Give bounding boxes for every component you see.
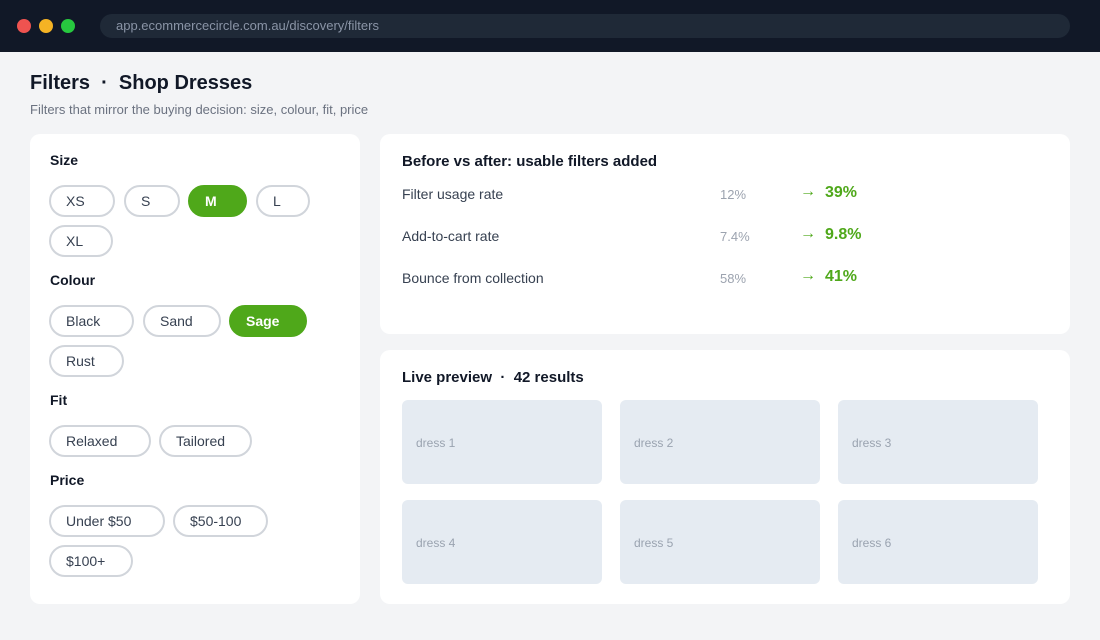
fit-chip-relaxed[interactable]: Relaxed <box>49 425 151 457</box>
maximize-window-icon[interactable] <box>61 19 75 33</box>
product-tile[interactable]: dress 5 <box>620 500 820 584</box>
product-placeholder-label: dress 1 <box>416 436 456 450</box>
metric-before-value: 12% <box>720 187 747 202</box>
product-tile[interactable]: dress 1 <box>402 400 602 484</box>
metric-label: Bounce from collection <box>402 270 544 286</box>
fit-chip-tailored[interactable]: Tailored <box>159 425 252 457</box>
page-title: Filters · Shop Dresses <box>30 72 253 94</box>
colour-chip-black[interactable]: Black <box>49 305 134 337</box>
metric-label: Add-to-cart rate <box>402 228 500 244</box>
product-tile[interactable]: dress 2 <box>620 400 820 484</box>
fit-label: Fit <box>50 392 68 408</box>
colour-label: Colour <box>50 272 96 288</box>
product-placeholder-label: dress 3 <box>852 436 892 450</box>
size-chip-xl[interactable]: XL <box>49 225 113 257</box>
product-placeholder-label: dress 5 <box>634 536 674 550</box>
metric-after-value: 9.8% <box>825 226 862 243</box>
metric-after-value: 41% <box>825 268 858 285</box>
minimize-window-icon[interactable] <box>39 19 53 33</box>
preview-title: Live preview · 42 results <box>402 369 584 386</box>
size-label: Size <box>50 152 79 168</box>
colour-chip-rust[interactable]: Rust <box>49 345 124 377</box>
comparison-panel: Before vs after: usable filters added Fi… <box>380 134 1070 334</box>
address-bar[interactable]: app.ecommercecircle.com.au/discovery/fil… <box>100 14 1070 38</box>
close-window-icon[interactable] <box>17 19 31 33</box>
page-subtitle: Filters that mirror the buying decision:… <box>30 102 369 117</box>
price-chip-under-50[interactable]: Under $50 <box>49 505 165 537</box>
size-chip-s[interactable]: S <box>124 185 180 217</box>
product-placeholder-label: dress 6 <box>852 536 892 550</box>
product-tile[interactable]: dress 6 <box>838 500 1038 584</box>
metric-row: Bounce from collection 58% → 41% <box>380 267 1070 291</box>
metric-row: Add-to-cart rate 7.4% → 9.8% <box>380 225 1070 249</box>
size-chip-l[interactable]: L <box>256 185 310 217</box>
colour-chip-sand[interactable]: Sand <box>143 305 221 337</box>
size-chip-m[interactable]: M <box>188 185 247 217</box>
arrow-right-icon: → <box>800 267 816 284</box>
metric-row: Filter usage rate 12% → 39% <box>380 183 1070 207</box>
metric-before-value: 58% <box>720 271 747 286</box>
product-tile[interactable]: dress 4 <box>402 500 602 584</box>
price-label: Price <box>50 472 85 488</box>
arrow-right-icon: → <box>800 183 816 200</box>
price-chip-100-plus[interactable]: $100+ <box>49 545 133 577</box>
product-placeholder-label: dress 2 <box>634 436 674 450</box>
metric-label: Filter usage rate <box>402 186 504 202</box>
colour-chip-sage[interactable]: Sage <box>229 305 307 337</box>
product-placeholder-label: dress 4 <box>416 536 456 550</box>
live-preview-panel: Live preview · 42 results dress 1 dress … <box>380 350 1070 604</box>
browser-chrome: app.ecommercecircle.com.au/discovery/fil… <box>0 0 1100 52</box>
filters-panel: Size XS S M L XL Colour Black Sand Sage … <box>30 134 360 604</box>
comparison-title: Before vs after: usable filters added <box>402 153 658 170</box>
arrow-right-icon: → <box>800 225 816 242</box>
metric-after-value: 39% <box>825 184 858 201</box>
size-chip-xs[interactable]: XS <box>49 185 115 217</box>
product-tile[interactable]: dress 3 <box>838 400 1038 484</box>
metric-before-value: 7.4% <box>720 229 750 244</box>
price-chip-50-100[interactable]: $50-100 <box>173 505 268 537</box>
